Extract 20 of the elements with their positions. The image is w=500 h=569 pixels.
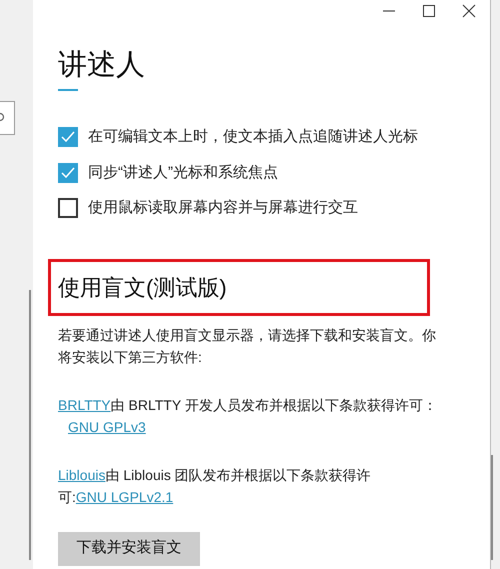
checkbox-label: 在可编辑文本上时，使文本插入点追随讲述人光标 — [88, 127, 418, 147]
section-heading: 使用盲文(测试版) — [58, 274, 227, 302]
maximize-icon[interactable] — [422, 4, 436, 18]
checkbox-label: 使用鼠标读取屏幕内容并与屏幕进行交互 — [88, 198, 358, 218]
software-link[interactable]: BRLTTY — [58, 396, 111, 412]
description-text: 若要通过讲述人使用盲文显示器，请选择下载和安装盲文。你将安装以下第三方软件: — [58, 326, 437, 366]
license-link[interactable]: GNU GPLv3 — [68, 418, 146, 434]
license-text: Liblouis由 Liblouis 团队发布并根据以下条款获得许可:GNU LGPLv2.1 — [58, 466, 372, 506]
license-link[interactable]: GNU LGPLv2.1 — [76, 488, 174, 504]
check-icon — [61, 131, 75, 144]
check-icon — [61, 166, 75, 179]
checkbox-label: 同步“讲述人”光标和系统焦点 — [88, 162, 278, 182]
page-title: 讲述人 — [58, 48, 146, 83]
close-icon[interactable] — [462, 4, 476, 18]
license-text: BRLTTY由 BRLTTY 开发人员发布并根据以下条款获得许可： GNU GPLv3 — [58, 396, 438, 436]
install-button[interactable]: 下载并安装盲文 — [58, 532, 200, 566]
software-link[interactable]: Liblouis — [58, 466, 106, 482]
checkbox[interactable] — [58, 127, 78, 148]
checkbox[interactable] — [58, 198, 78, 218]
checkbox[interactable] — [58, 162, 78, 183]
